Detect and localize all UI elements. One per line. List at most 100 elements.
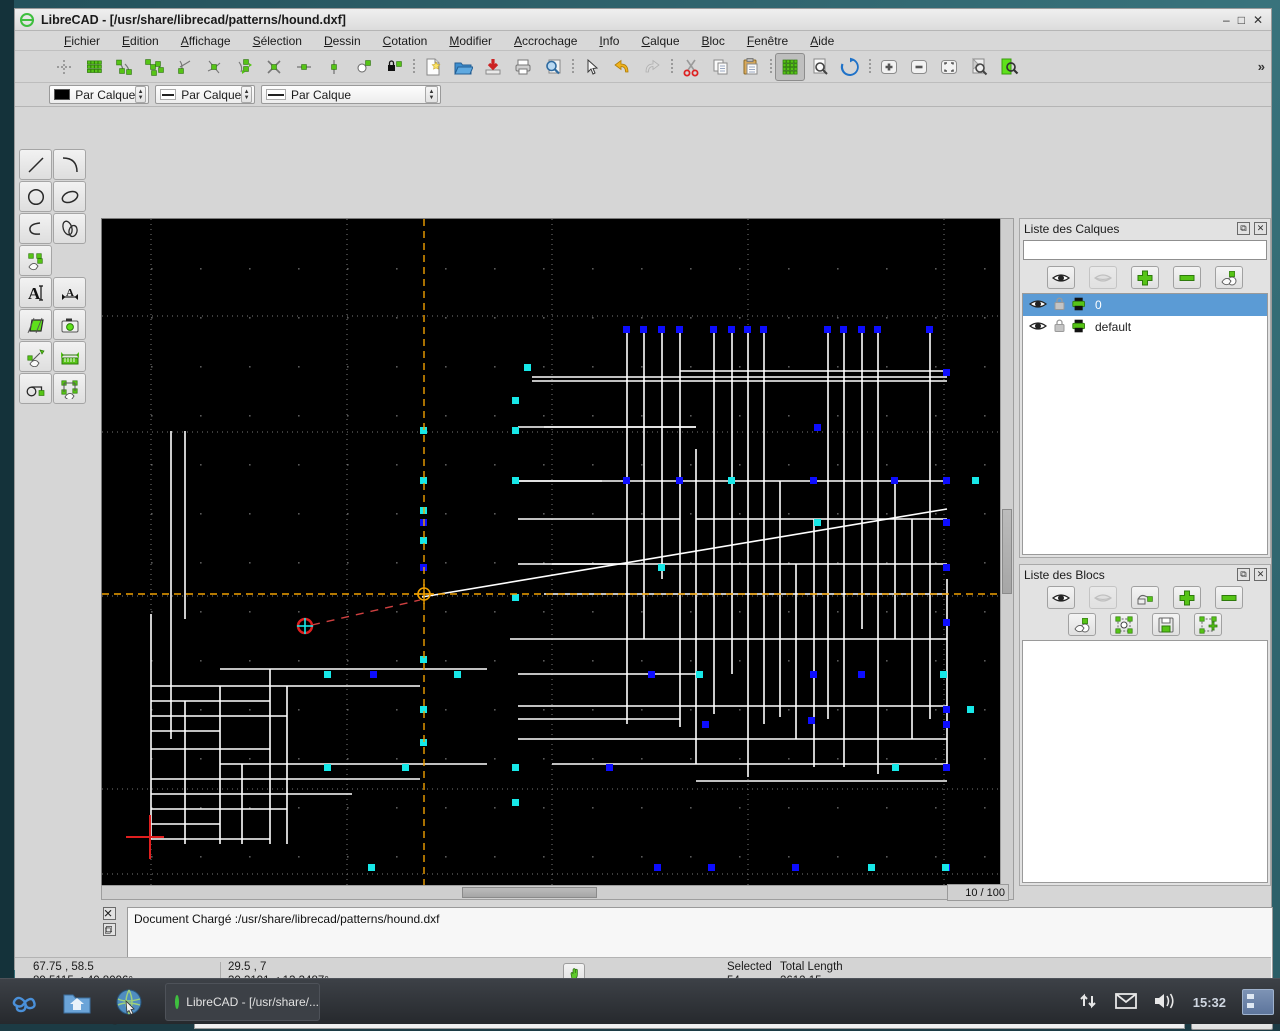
snap-middle-icon[interactable] — [199, 53, 229, 81]
hide-all-blocks-button[interactable] — [1089, 586, 1117, 609]
tool-ellipse-arc-icon[interactable] — [53, 213, 86, 244]
vscrollbar-thumb[interactable] — [1002, 509, 1012, 594]
mail-icon[interactable] — [1115, 992, 1137, 1013]
start-menu-icon[interactable] — [8, 985, 42, 1019]
blocks-list[interactable] — [1022, 640, 1268, 883]
network-icon[interactable] — [1077, 990, 1099, 1015]
menu-cotation[interactable]: Cotation — [372, 32, 439, 50]
tool-spline-icon[interactable] — [19, 213, 52, 244]
tool-ellipse-icon[interactable] — [53, 181, 86, 212]
pen-color-combo[interactable]: Par Calque▲▼ — [49, 85, 149, 104]
remove-block-button[interactable] — [1215, 586, 1243, 609]
home-folder-icon[interactable] — [60, 985, 94, 1019]
pen-linetype-combo[interactable]: Par Calque▲▼ — [261, 85, 441, 104]
copy-icon[interactable] — [706, 53, 736, 81]
redraw-icon[interactable] — [835, 53, 865, 81]
tool-hatch-icon[interactable] — [19, 309, 52, 340]
relative-zero-icon[interactable] — [349, 53, 379, 81]
save-file-icon[interactable] — [478, 53, 508, 81]
hide-all-layers-button[interactable] — [1089, 266, 1117, 289]
tool-circle-icon[interactable] — [19, 181, 52, 212]
layers-dock-float-icon[interactable]: ⧉ — [1237, 222, 1250, 235]
menu-info[interactable]: Info — [588, 32, 630, 50]
drawing-canvas[interactable] — [102, 219, 1008, 899]
new-file-icon[interactable] — [418, 53, 448, 81]
select-pointer-icon[interactable] — [577, 53, 607, 81]
menu-aide[interactable]: Aide — [799, 32, 845, 50]
tool-arc-icon[interactable] — [53, 149, 86, 180]
snap-grid-icon[interactable] — [79, 53, 109, 81]
restrict-vertical-icon[interactable] — [319, 53, 349, 81]
menu-bloc[interactable]: Bloc — [691, 32, 736, 50]
menu-calque[interactable]: Calque — [630, 32, 690, 50]
layers-list[interactable]: 0default — [1022, 293, 1268, 555]
tool-line-icon[interactable] — [19, 149, 52, 180]
snap-free-icon[interactable] — [49, 53, 79, 81]
tool-image-icon[interactable] — [53, 309, 86, 340]
canvas-horizontal-scrollbar[interactable] — [101, 885, 1009, 900]
redo-icon[interactable] — [637, 53, 667, 81]
tool-select-icon[interactable] — [19, 341, 52, 372]
close-button[interactable]: ✕ — [1253, 15, 1263, 25]
layer-lock-icon[interactable] — [1054, 297, 1065, 313]
add-layer-button[interactable] — [1131, 266, 1159, 289]
tool-modify-icon[interactable] — [19, 373, 52, 404]
toolbar-overflow-button[interactable]: » — [1258, 59, 1271, 74]
layer-lock-icon[interactable] — [1054, 319, 1065, 335]
open-file-icon[interactable] — [448, 53, 478, 81]
menu-selection[interactable]: Sélection — [242, 32, 313, 50]
print-icon[interactable] — [508, 53, 538, 81]
add-block-button[interactable] — [1173, 586, 1201, 609]
insert-block-button[interactable] — [1110, 613, 1138, 636]
web-browser-icon[interactable] — [112, 985, 146, 1019]
pen-color-combo-spinner[interactable]: ▲▼ — [135, 86, 146, 103]
zoom-window-icon[interactable] — [805, 53, 835, 81]
blocks-dock-float-icon[interactable]: ⧉ — [1237, 568, 1250, 581]
snap-distance-icon[interactable] — [229, 53, 259, 81]
volume-icon[interactable] — [1153, 991, 1177, 1014]
workspace-switcher-icon[interactable] — [1242, 989, 1274, 1015]
command-dock-close-icon[interactable]: ✕ — [103, 907, 116, 920]
tool-dimension-icon[interactable]: A — [53, 277, 86, 308]
taskbar-librecad-button[interactable]: LibreCAD - [/usr/share/... — [165, 983, 320, 1021]
minimize-button[interactable]: – — [1223, 15, 1230, 25]
maximize-button[interactable]: □ — [1238, 15, 1245, 25]
edit-block-button[interactable] — [1068, 613, 1096, 636]
toggle-grid-icon[interactable] — [775, 53, 805, 81]
pen-width-combo[interactable]: Par Calque▲▼ — [155, 85, 255, 104]
pen-width-combo-spinner[interactable]: ▲▼ — [241, 86, 252, 103]
menu-accrochage[interactable]: Accrochage — [503, 32, 588, 50]
cut-icon[interactable] — [676, 53, 706, 81]
zoom-auto-icon[interactable] — [934, 53, 964, 81]
menu-edition[interactable]: Edition — [111, 32, 170, 50]
layer-row[interactable]: 0 — [1023, 294, 1267, 316]
snap-endpoint-icon[interactable] — [109, 53, 139, 81]
canvas-vertical-scrollbar[interactable] — [1000, 218, 1014, 900]
menu-dessin[interactable]: Dessin — [313, 32, 372, 50]
edit-layer-button[interactable] — [1215, 266, 1243, 289]
save-block-button[interactable] — [1152, 613, 1180, 636]
tool-point-select-icon[interactable] — [19, 245, 52, 276]
show-all-blocks-button[interactable] — [1047, 586, 1075, 609]
command-dock-float-icon[interactable]: ⧉ — [103, 923, 116, 936]
menu-fenetre[interactable]: Fenêtre — [736, 32, 799, 50]
layers-dock-close-icon[interactable]: ✕ — [1254, 222, 1267, 235]
lock-relative-zero-icon[interactable] — [379, 53, 409, 81]
snap-center-icon[interactable] — [169, 53, 199, 81]
tool-measure-icon[interactable] — [53, 341, 86, 372]
toggle-block-view-button[interactable] — [1131, 586, 1159, 609]
hscrollbar-thumb[interactable] — [462, 887, 597, 898]
zoom-out-icon[interactable] — [904, 53, 934, 81]
zoom-selection-icon[interactable] — [994, 53, 1024, 81]
blocks-dock-close-icon[interactable]: ✕ — [1254, 568, 1267, 581]
menu-modifier[interactable]: Modifier — [438, 32, 503, 50]
layer-print-icon[interactable] — [1071, 316, 1089, 339]
tool-block-edit-icon[interactable] — [53, 373, 86, 404]
print-preview-icon[interactable] — [538, 53, 568, 81]
show-all-layers-button[interactable] — [1047, 266, 1075, 289]
snap-on-entity-icon[interactable] — [139, 53, 169, 81]
layer-visibility-icon[interactable] — [1028, 316, 1048, 339]
drawing-canvas-frame[interactable] — [101, 218, 1009, 900]
remove-layer-button[interactable] — [1173, 266, 1201, 289]
layer-visibility-icon[interactable] — [1028, 294, 1048, 317]
